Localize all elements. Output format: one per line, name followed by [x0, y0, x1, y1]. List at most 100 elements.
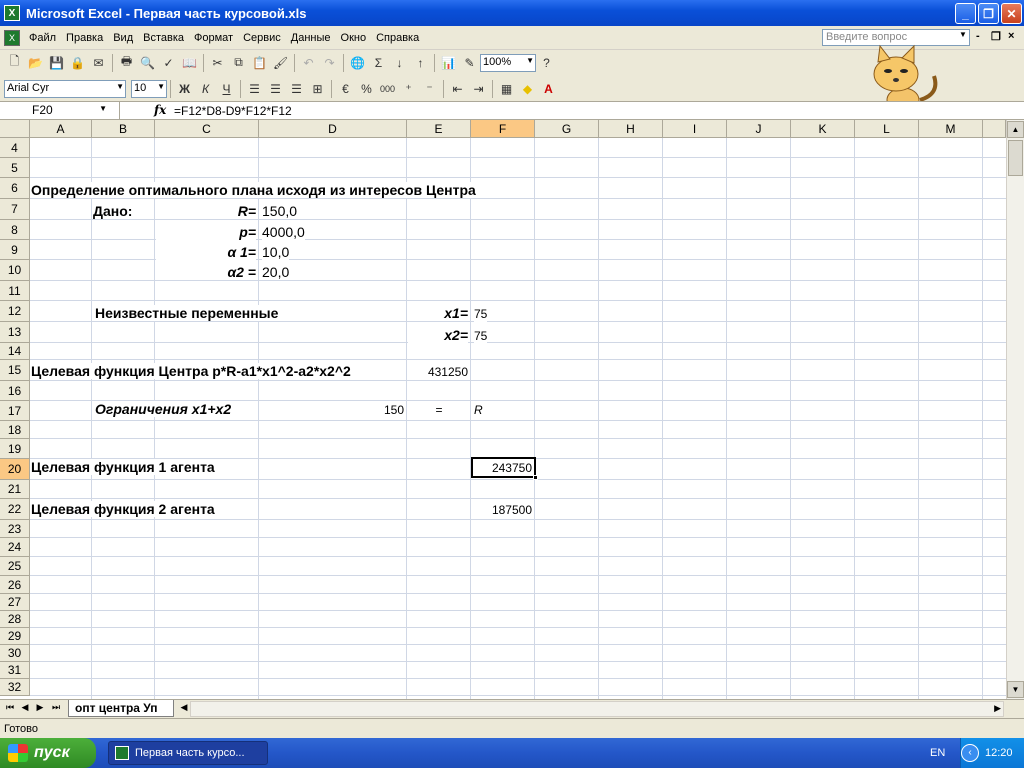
cell-e17[interactable]: = — [408, 402, 470, 418]
paste-icon[interactable]: 📋 — [249, 52, 270, 73]
print-icon[interactable]: 🖶 — [116, 52, 137, 73]
scroll-up-icon[interactable]: ▲ — [1007, 121, 1024, 138]
open-icon[interactable]: 📂 — [25, 52, 46, 73]
align-left-icon[interactable]: ☰ — [244, 78, 265, 99]
sheet-tab[interactable]: опт центра Уп — [68, 700, 174, 717]
last-sheet-icon[interactable]: ⏭ — [50, 702, 62, 716]
undo-icon[interactable]: ↶ — [298, 52, 319, 73]
redo-icon[interactable]: ↷ — [319, 52, 340, 73]
row-header[interactable]: 27 — [0, 594, 30, 611]
column-header[interactable]: A — [30, 120, 92, 138]
doc-minimize-button[interactable]: - — [976, 30, 980, 42]
row-header[interactable]: 25 — [0, 557, 30, 576]
copy-icon[interactable]: ⧉ — [228, 52, 249, 73]
cell-e12[interactable]: x1= — [408, 305, 468, 321]
column-header[interactable]: I — [663, 120, 727, 138]
language-indicator[interactable]: EN — [930, 747, 945, 759]
chevron-down-icon[interactable]: ▼ — [957, 30, 969, 45]
insert-function-icon[interactable]: fx — [154, 103, 166, 117]
cell-a6[interactable]: Определение оптимального плана исходя из… — [31, 182, 476, 198]
start-button[interactable]: пуск — [0, 738, 96, 768]
first-sheet-icon[interactable]: ⏮ — [4, 702, 16, 716]
cell-f22[interactable]: 187500 — [474, 502, 532, 518]
cell-a15[interactable]: Целевая функция Центра p*R-a1*x1^2-a2*x2… — [31, 363, 351, 379]
select-all-corner[interactable] — [0, 120, 30, 138]
cell-c7[interactable]: R= — [156, 203, 256, 219]
cell-b12[interactable]: Неизвестные переменные — [95, 305, 279, 321]
sort-ascending-icon[interactable]: ↓ — [389, 52, 410, 73]
column-header[interactable]: B — [92, 120, 155, 138]
row-header[interactable]: 26 — [0, 576, 30, 594]
cell-f13[interactable]: 75 — [474, 328, 488, 344]
bold-button[interactable]: Ж — [174, 78, 195, 99]
new-icon[interactable]: 🗋 — [4, 52, 25, 73]
doc-close-button[interactable]: × — [1008, 30, 1014, 42]
thousands-button[interactable]: 000 — [377, 78, 398, 99]
row-header[interactable]: 30 — [0, 645, 30, 662]
format-painter-icon[interactable]: 🖌 — [270, 52, 291, 73]
save-icon[interactable]: 💾 — [46, 52, 67, 73]
row-header[interactable]: 22 — [0, 499, 30, 520]
column-header[interactable]: C — [155, 120, 259, 138]
column-header[interactable]: E — [407, 120, 471, 138]
decrease-indent-icon[interactable]: ⇤ — [447, 78, 468, 99]
menu-data[interactable]: Данные — [286, 32, 336, 44]
row-header[interactable]: 32 — [0, 679, 30, 696]
menu-file[interactable]: Файл — [24, 32, 61, 44]
row-header[interactable]: 9 — [0, 240, 30, 260]
cell-d17[interactable]: 150 — [340, 402, 404, 418]
spelling-icon[interactable]: ✓ — [158, 52, 179, 73]
hyperlink-icon[interactable]: 🌐 — [347, 52, 368, 73]
cell-d7[interactable]: 150,0 — [262, 203, 298, 219]
research-icon[interactable]: 📖 — [179, 52, 200, 73]
cell-f17[interactable]: R — [474, 402, 483, 418]
row-header[interactable]: 15 — [0, 360, 30, 381]
row-header[interactable]: 12 — [0, 301, 30, 322]
chevron-down-icon[interactable]: ▼ — [99, 104, 107, 113]
font-color-icon[interactable]: A — [538, 78, 559, 99]
taskbar-item-excel[interactable]: Первая часть курсо... — [108, 741, 268, 765]
row-header[interactable]: 31 — [0, 662, 30, 679]
next-sheet-icon[interactable]: ▶ — [34, 702, 46, 716]
cell-d10[interactable]: 20,0 — [262, 264, 290, 280]
row-header[interactable]: 16 — [0, 381, 30, 401]
menu-insert[interactable]: Вставка — [138, 32, 189, 44]
row-header[interactable]: 11 — [0, 281, 30, 301]
cell-c10[interactable]: α2 = — [156, 264, 256, 280]
row-header[interactable]: 10 — [0, 260, 30, 281]
row-header[interactable]: 20 — [0, 459, 30, 480]
maximize-button[interactable]: ❐ — [978, 3, 999, 24]
align-center-icon[interactable]: ☰ — [265, 78, 286, 99]
row-header[interactable]: 18 — [0, 421, 30, 439]
spreadsheet-grid[interactable]: A B C D E F G H I J K L M 4 5 6 7 8 9 10 11 12 13… — [0, 120, 1006, 699]
column-header-selected[interactable]: F — [471, 120, 535, 138]
cell-b7[interactable]: Дано: — [93, 203, 133, 219]
align-right-icon[interactable]: ☰ — [286, 78, 307, 99]
row-header[interactable]: 14 — [0, 343, 30, 360]
drawing-icon[interactable]: ✎ — [459, 52, 480, 73]
cell-e13[interactable]: x2= — [408, 327, 468, 343]
fill-handle[interactable] — [533, 475, 538, 480]
scroll-thumb[interactable] — [1008, 140, 1023, 176]
permission-icon[interactable]: 🔒 — [67, 52, 88, 73]
cut-icon[interactable]: ✂ — [207, 52, 228, 73]
cell-d9[interactable]: 10,0 — [262, 244, 290, 260]
borders-icon[interactable]: ▦ — [496, 78, 517, 99]
cell-c9[interactable]: α 1= — [156, 244, 256, 260]
column-header[interactable]: M — [919, 120, 983, 138]
cell-a20[interactable]: Целевая функция 1 агента — [31, 459, 215, 475]
column-header[interactable]: H — [599, 120, 663, 138]
increase-decimal-icon[interactable]: ⁺ — [398, 78, 419, 99]
row-header[interactable]: 23 — [0, 520, 30, 538]
horizontal-scrollbar[interactable]: ▶ — [190, 701, 1004, 717]
cell-b17[interactable]: Ограничения x1+x2 — [95, 401, 232, 417]
row-header[interactable]: 28 — [0, 611, 30, 628]
fill-color-icon[interactable]: ◆ — [517, 78, 538, 99]
row-header[interactable]: 19 — [0, 439, 30, 459]
font-size-select[interactable]: 10 ▼ — [131, 79, 167, 98]
tray-expand-icon[interactable]: ‹ — [961, 744, 979, 762]
doc-restore-button[interactable]: ❐ — [991, 30, 1001, 43]
row-header[interactable]: 7 — [0, 199, 30, 220]
column-header[interactable]: K — [791, 120, 855, 138]
print-preview-icon[interactable]: 🔍 — [137, 52, 158, 73]
